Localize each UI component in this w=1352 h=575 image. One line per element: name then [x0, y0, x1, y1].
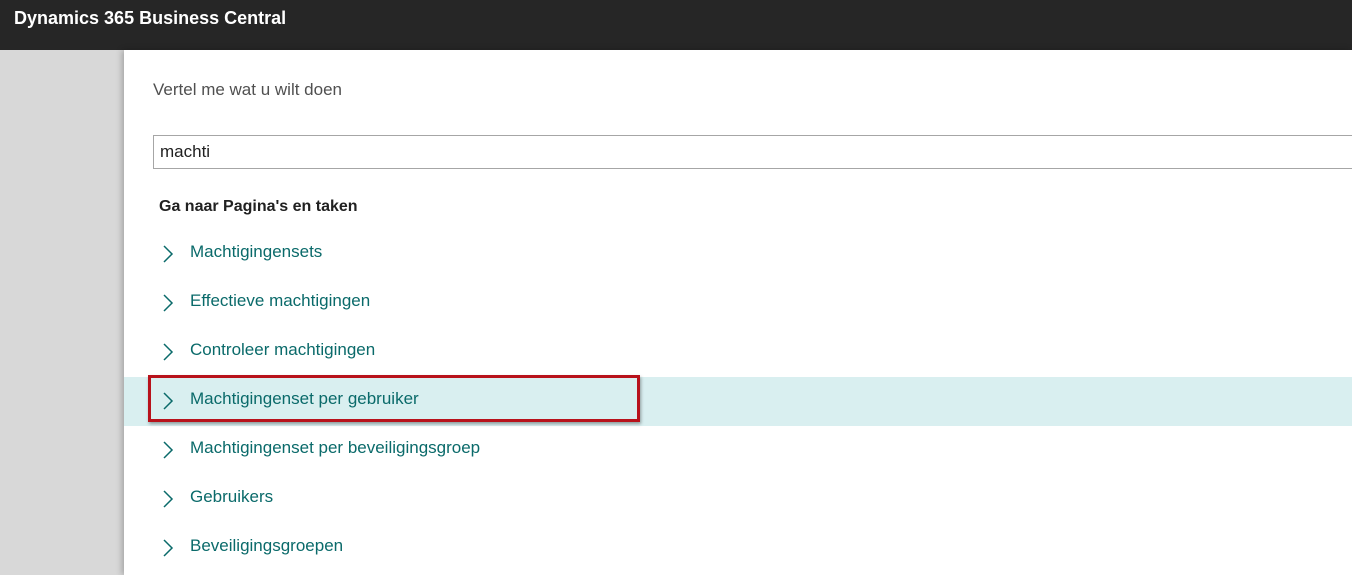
result-label: Machtigingenset per beveiligingsgroep: [190, 438, 481, 457]
chevron-right-icon: [163, 392, 174, 410]
result-label: Effectieve machtigingen: [190, 291, 371, 310]
result-label: Machtigingensets: [190, 242, 323, 261]
result-label: Machtigingenset per gebruiker: [190, 389, 419, 408]
result-item-selected[interactable]: Machtigingenset per gebruiker: [124, 377, 1352, 426]
result-item[interactable]: Gebruikers: [124, 475, 1352, 524]
result-item[interactable]: Beveiligingsgroepen: [124, 524, 1352, 573]
app-title[interactable]: Dynamics 365 Business Central: [14, 8, 286, 29]
chevron-right-icon: [163, 490, 174, 508]
top-bar: Dynamics 365 Business Central: [0, 0, 1352, 50]
chevron-right-icon: [163, 343, 174, 361]
chevron-right-icon: [163, 245, 174, 263]
chevron-right-icon: [163, 441, 174, 459]
search-input[interactable]: [153, 135, 1352, 169]
page-backdrop: [0, 50, 124, 575]
chevron-right-icon: [163, 539, 174, 557]
result-item[interactable]: Effectieve machtigingen: [124, 279, 1352, 328]
result-label: Beveiligingsgroepen: [190, 536, 344, 555]
result-label: Gebruikers: [190, 487, 274, 506]
result-item[interactable]: Controleer machtigingen: [124, 328, 1352, 377]
tell-me-prompt: Vertel me wat u wilt doen: [153, 80, 342, 99]
section-heading: Ga naar Pagina's en taken: [159, 198, 358, 215]
chevron-right-icon: [163, 294, 174, 312]
result-item[interactable]: Machtigingensets: [124, 230, 1352, 279]
result-label: Controleer machtigingen: [190, 340, 376, 359]
results-list: Machtigingensets Effectieve machtigingen…: [124, 230, 1352, 573]
result-item[interactable]: Machtigingenset per beveiligingsgroep: [124, 426, 1352, 475]
tell-me-panel: Vertel me wat u wilt doen Ga naar Pagina…: [124, 50, 1352, 575]
